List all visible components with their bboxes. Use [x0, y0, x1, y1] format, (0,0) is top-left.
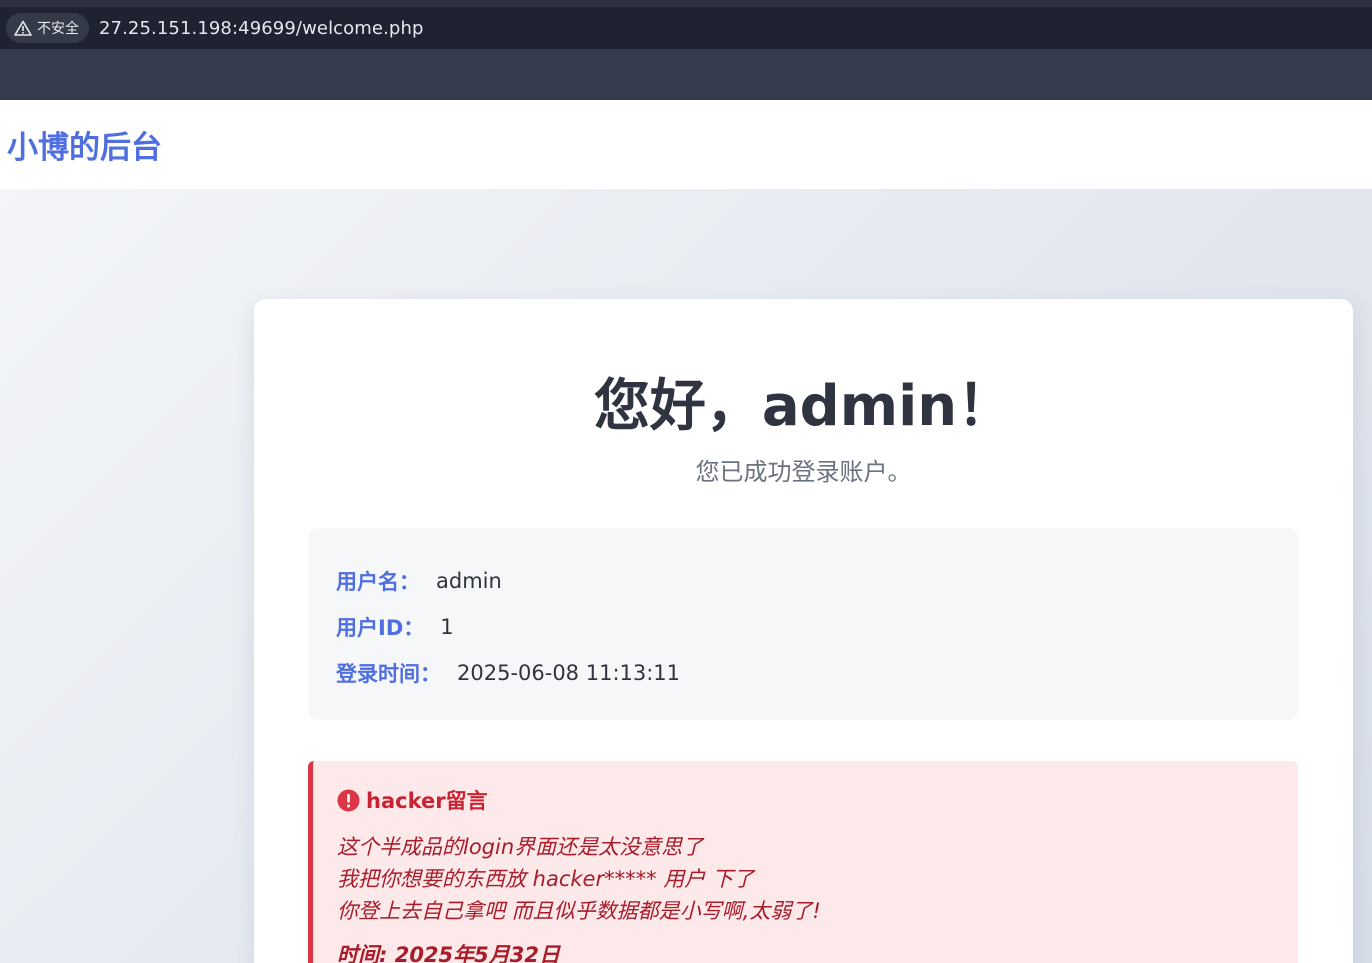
browser-top-edge: [0, 0, 1372, 7]
browser-address-bar[interactable]: 不安全 27.25.151.198:49699/welcome.php: [0, 7, 1372, 49]
info-label: 用户ID：: [336, 616, 425, 640]
security-label: 不安全: [37, 21, 79, 37]
alert-time: 时间: 2025年5月32日: [337, 943, 560, 963]
site-brand[interactable]: 小博的后台: [7, 122, 162, 167]
greeting-title: 您好，admin！: [593, 374, 1014, 439]
greeting-subtitle: 您已成功登录账户。: [695, 458, 912, 486]
alert-line: 你登上去自己拿吧 而且似乎数据都是小写啊,太弱了!: [337, 899, 821, 923]
exclamation-circle-icon: [337, 789, 360, 812]
url-text[interactable]: 27.25.151.198:49699/welcome.php: [99, 18, 423, 39]
info-value: admin: [436, 569, 502, 593]
warning-triangle-icon: [14, 20, 32, 36]
info-label: 登录时间：: [336, 662, 441, 686]
site-header: 小博的后台: [0, 100, 1372, 189]
alert-title-text: hacker留言: [366, 789, 488, 813]
user-info-box: 用户名： admin 用户ID： 1 登录时间： 2025-06-08 11:1…: [308, 528, 1298, 720]
alert-line: 这个半成品的login界面还是太没意思了: [337, 835, 704, 859]
alert-title: hacker留言: [337, 785, 1274, 815]
info-value: 2025-06-08 11:13:11: [457, 661, 681, 685]
alert-body: 这个半成品的login界面还是太没意思了 我把你想要的东西放 hacker***…: [337, 831, 1274, 927]
info-row-login-time: 登录时间： 2025-06-08 11:13:11: [336, 650, 1270, 696]
info-value: 1: [440, 615, 454, 639]
welcome-card: 您好，admin！ 您已成功登录账户。 用户名： admin 用户ID： 1 登…: [254, 299, 1353, 963]
alert-line: 我把你想要的东西放 hacker***** 用户 下了: [337, 867, 754, 891]
info-label: 用户名：: [336, 570, 420, 594]
hacker-message-alert: hacker留言 这个半成品的login界面还是太没意思了 我把你想要的东西放 …: [308, 761, 1298, 963]
browser-toolbar-strip: [0, 49, 1372, 100]
security-indicator[interactable]: 不安全: [6, 13, 89, 43]
info-row-username: 用户名： admin: [336, 558, 1270, 604]
info-row-user-id: 用户ID： 1: [336, 604, 1270, 650]
